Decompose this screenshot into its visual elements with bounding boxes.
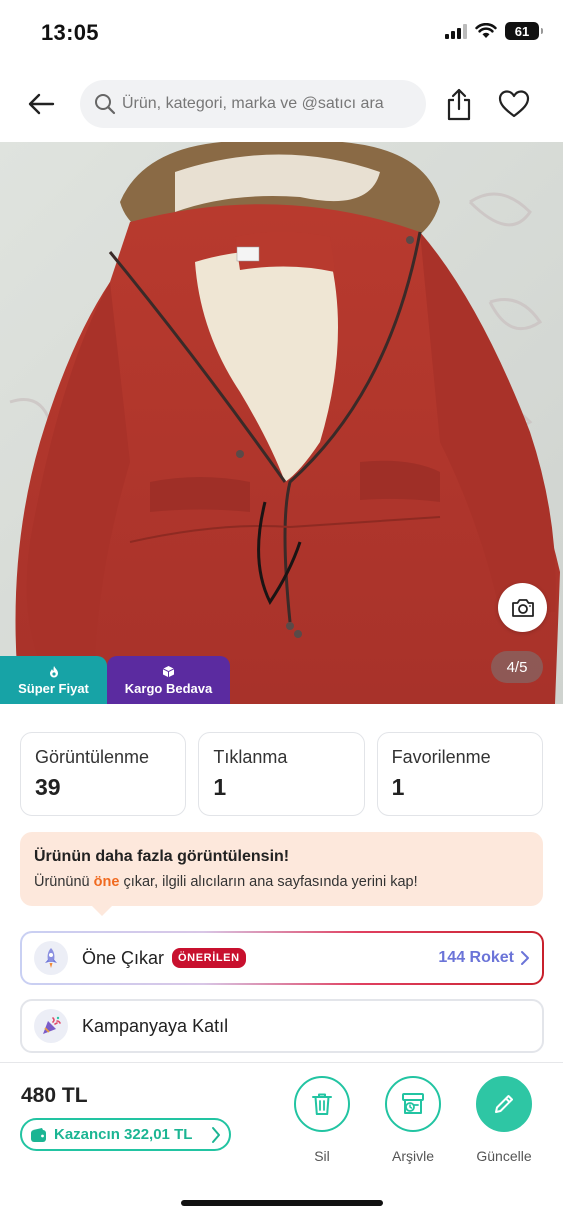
- feature-product-label: Öne Çıkar: [82, 947, 165, 968]
- archive-button[interactable]: Arşivle: [378, 1076, 448, 1164]
- status-time: 13:05: [41, 20, 99, 45]
- chevron-right-icon: [212, 1127, 220, 1143]
- promo-text-before: Ürününü: [34, 874, 94, 890]
- stat-value: 1: [391, 774, 405, 800]
- promo-title: Ürünün daha fazla görüntülensin!: [34, 848, 290, 865]
- delete-button[interactable]: Sil: [287, 1076, 357, 1164]
- update-button-circle[interactable]: [476, 1076, 532, 1132]
- flame-icon: [49, 665, 58, 677]
- archive-label: Arşivle: [391, 1148, 434, 1164]
- chevron-right-icon: [521, 951, 529, 965]
- promo-text-after: çıkar, ilgili alıcıların ana sayfasında …: [119, 874, 418, 890]
- trash-icon: [312, 1093, 332, 1115]
- roket-cost: 144 Roket: [438, 933, 530, 983]
- stat-card-views: Görüntülenme 39: [20, 732, 187, 816]
- update-button[interactable]: Güncelle: [469, 1076, 539, 1164]
- promo-tip: Ürünün daha fazla görüntülensin! Ürününü…: [20, 832, 543, 916]
- top-nav: Ürün, kategori, marka ve @satıcı ara: [0, 78, 563, 130]
- badge-kargo-bedava: Kargo Bedava: [107, 656, 230, 704]
- earnings-button[interactable]: Kazancın 322,01 TL: [20, 1118, 231, 1151]
- battery-icon: 61: [505, 22, 543, 40]
- product-photo[interactable]: 4/5 Süper Fiyat Kargo Bedava: [0, 142, 563, 704]
- box-icon: [162, 665, 175, 677]
- promo-text: Ürününü öne çıkar, ilgili alıcıların ana…: [34, 874, 529, 890]
- heart-icon: [498, 90, 530, 118]
- search-placeholder: Ürün, kategori, marka ve @satıcı ara: [122, 95, 384, 112]
- wifi-icon: [475, 23, 497, 38]
- join-campaign-row[interactable]: Kampanyaya Katıl: [20, 999, 544, 1053]
- camera-button[interactable]: [498, 583, 547, 632]
- photo-page-counter: 4/5: [491, 651, 543, 683]
- favorite-button[interactable]: [494, 84, 534, 124]
- recommended-badge: ÖNERİLEN: [172, 948, 246, 968]
- jacket-image: [0, 142, 563, 704]
- search-input[interactable]: Ürün, kategori, marka ve @satıcı ara: [80, 80, 426, 128]
- signal-icon: [445, 23, 467, 39]
- back-button[interactable]: [22, 86, 60, 122]
- earnings-label: Kazancın 322,01 TL: [54, 1126, 193, 1143]
- rocket-icon: [34, 941, 68, 975]
- badge-super-fiyat-label: Süper Fiyat: [18, 680, 89, 696]
- search-icon: [95, 94, 116, 115]
- stat-value: 39: [35, 774, 61, 800]
- stat-label: Görüntülenme: [35, 747, 150, 767]
- party-icon: [34, 1009, 68, 1043]
- archive-button-circle[interactable]: [385, 1076, 441, 1132]
- bottom-divider: [0, 1062, 563, 1063]
- stat-card-favorites: Favorilenme 1: [376, 732, 543, 816]
- delete-button-circle[interactable]: [294, 1076, 350, 1132]
- home-indicator: [181, 1200, 383, 1206]
- delete-label: Sil: [314, 1148, 330, 1164]
- share-button[interactable]: [440, 84, 478, 124]
- wallet-icon: [31, 1127, 46, 1142]
- join-campaign-label: Kampanyaya Katıl: [82, 1015, 229, 1036]
- camera-icon: [511, 598, 534, 617]
- pencil-icon: [495, 1095, 513, 1113]
- stat-card-clicks: Tıklanma 1: [198, 732, 365, 816]
- badge-kargo-bedava-label: Kargo Bedava: [124, 680, 213, 696]
- badge-super-fiyat: Süper Fiyat: [0, 656, 107, 704]
- stat-label: Tıklanma: [213, 747, 288, 767]
- update-label: Güncelle: [476, 1148, 532, 1164]
- status-icons: 61: [445, 22, 543, 40]
- stats-row: Görüntülenme 39 Tıklanma 1 Favorilenme 1: [20, 732, 543, 816]
- product-price: 480 TL: [21, 1084, 88, 1107]
- roket-cost-label: 144 Roket: [438, 949, 514, 966]
- stat-value: 1: [213, 774, 227, 800]
- share-icon: [447, 88, 471, 121]
- status-bar: 13:05 61: [0, 0, 563, 66]
- feature-product-row[interactable]: Öne Çıkar ÖNERİLEN 144 Roket: [20, 931, 544, 985]
- promo-highlight: öne: [93, 874, 120, 890]
- archive-icon: [402, 1093, 424, 1114]
- back-arrow-icon: [28, 93, 55, 115]
- stat-label: Favorilenme: [391, 747, 491, 767]
